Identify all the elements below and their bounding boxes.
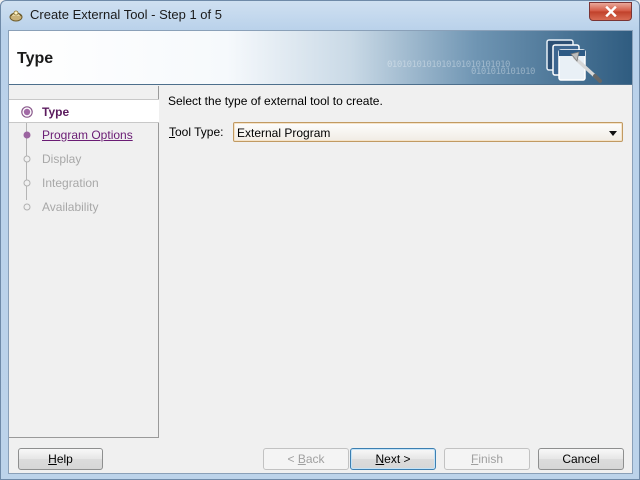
finish-mnemonic: F: [470, 452, 479, 466]
header-banner: Type 0101010101010101010101010 010101010…: [9, 31, 632, 85]
finish-button[interactable]: Finish: [444, 448, 530, 470]
tool-type-value: External Program: [237, 126, 331, 140]
finish-label-rest: inish: [478, 452, 504, 466]
step-item-integration: Integration: [9, 171, 159, 195]
step-label-type: Type: [42, 105, 70, 119]
step-item-program-options[interactable]: Program Options: [9, 123, 159, 147]
step-link-icon: [23, 131, 31, 139]
tool-type-select[interactable]: External Program: [233, 122, 623, 142]
back-button[interactable]: < Back: [263, 448, 349, 470]
dialog-body: Type 0101010101010101010101010 010101010…: [8, 30, 633, 474]
step-disabled-icon: [23, 203, 31, 211]
back-label-rest: ack: [305, 452, 325, 466]
step-item-display: Display: [9, 147, 159, 171]
help-button[interactable]: Help: [18, 448, 103, 470]
wizard-steps: Type Program Options Display Integration: [9, 86, 159, 438]
step-item-type[interactable]: Type: [9, 99, 159, 123]
instruction-text: Select the type of external tool to crea…: [168, 94, 383, 108]
page-title: Type: [17, 50, 54, 67]
current-step-icon: [21, 106, 33, 118]
close-icon: [604, 6, 617, 17]
app-icon: [8, 7, 24, 23]
step-disabled-icon: [23, 155, 31, 163]
next-label-rest: ext >: [384, 452, 411, 466]
back-prefix: <: [287, 452, 298, 466]
back-mnemonic: B: [297, 452, 306, 466]
step-label-integration: Integration: [42, 176, 99, 190]
title-bar[interactable]: Create External Tool - Step 1 of 5: [1, 1, 639, 29]
close-button[interactable]: [589, 2, 632, 21]
cancel-button[interactable]: Cancel: [538, 448, 624, 470]
step-item-availability: Availability: [9, 195, 159, 219]
step-disabled-icon: [23, 179, 31, 187]
step-label-availability: Availability: [42, 200, 99, 214]
next-button[interactable]: Next >: [350, 448, 436, 470]
tool-type-label-rest: ool Type:: [175, 125, 224, 139]
dialog-window: Create External Tool - Step 1 of 5 Type …: [0, 0, 640, 480]
step-label-program-options[interactable]: Program Options: [42, 128, 133, 142]
binary-decoration-2: 0101010101010: [471, 67, 535, 77]
help-mnemonic: H: [48, 452, 57, 466]
window-title: Create External Tool - Step 1 of 5: [30, 7, 222, 22]
external-tool-graphic-icon: [546, 39, 602, 83]
next-mnemonic: N: [375, 452, 385, 466]
help-label-rest: elp: [56, 452, 73, 466]
main-panel: Select the type of external tool to crea…: [160, 86, 632, 438]
tool-type-label: Tool Type:: [169, 125, 223, 139]
chevron-down-icon: [609, 131, 617, 136]
step-label-display: Display: [42, 152, 82, 166]
